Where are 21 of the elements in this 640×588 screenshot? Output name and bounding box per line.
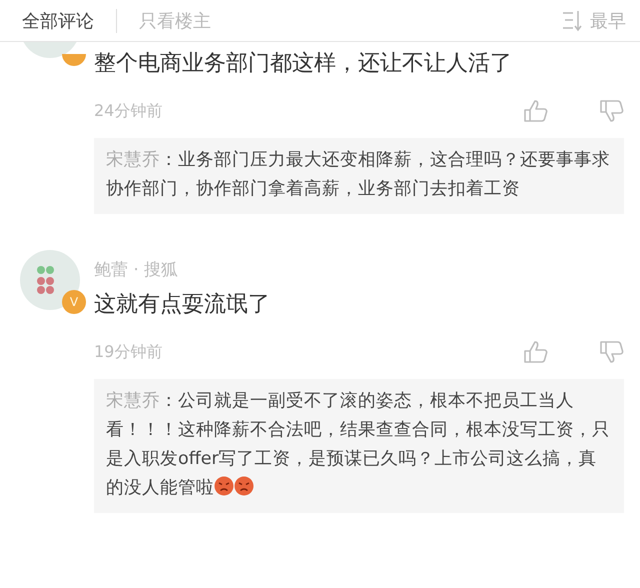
sort-button[interactable]: 最早	[562, 8, 626, 32]
angry-emoji-icon	[214, 476, 234, 496]
verified-badge: V	[62, 290, 86, 314]
filter-tab[interactable]: 全部评论	[22, 8, 94, 32]
sort-icon	[562, 8, 584, 32]
like-icon[interactable]	[522, 339, 550, 365]
reply-author[interactable]: 宋慧乔	[106, 391, 160, 411]
filter-tab[interactable]: 只看楼主	[139, 8, 211, 32]
user-avatar[interactable]	[20, 250, 80, 310]
comment-time: 19分钟前	[94, 342, 164, 362]
reply-quote: 宋慧乔：业务部门压力最大还变相降薪，这合理吗？还要事事求协作部门，协作部门拿着高薪，业务部门去扣着工资	[94, 138, 624, 214]
comment-text: 整个电商业务部门都这样，还让不让人活了	[94, 50, 513, 78]
angry-emoji-icon	[234, 476, 254, 496]
reply-quote: 宋慧乔：公司就是一副受不了滚的姿态，根本不把员工当人看！！！这种降薪不合法吧，结果查查合同，根本没写工资，只是入职发offer写了工资，是预谋已久吗？上市公司这么搞，真的没人能管啦	[94, 379, 624, 513]
like-icon[interactable]	[522, 98, 550, 124]
dislike-icon[interactable]	[598, 98, 626, 124]
dislike-icon[interactable]	[598, 339, 626, 365]
author-name: 鲍蕾 · 搜狐	[94, 259, 180, 281]
comment-time: 24分钟前	[94, 100, 164, 122]
comment-text: 这就有点耍流氓了	[94, 291, 271, 319]
reply-author[interactable]: 宋慧乔	[106, 150, 160, 170]
